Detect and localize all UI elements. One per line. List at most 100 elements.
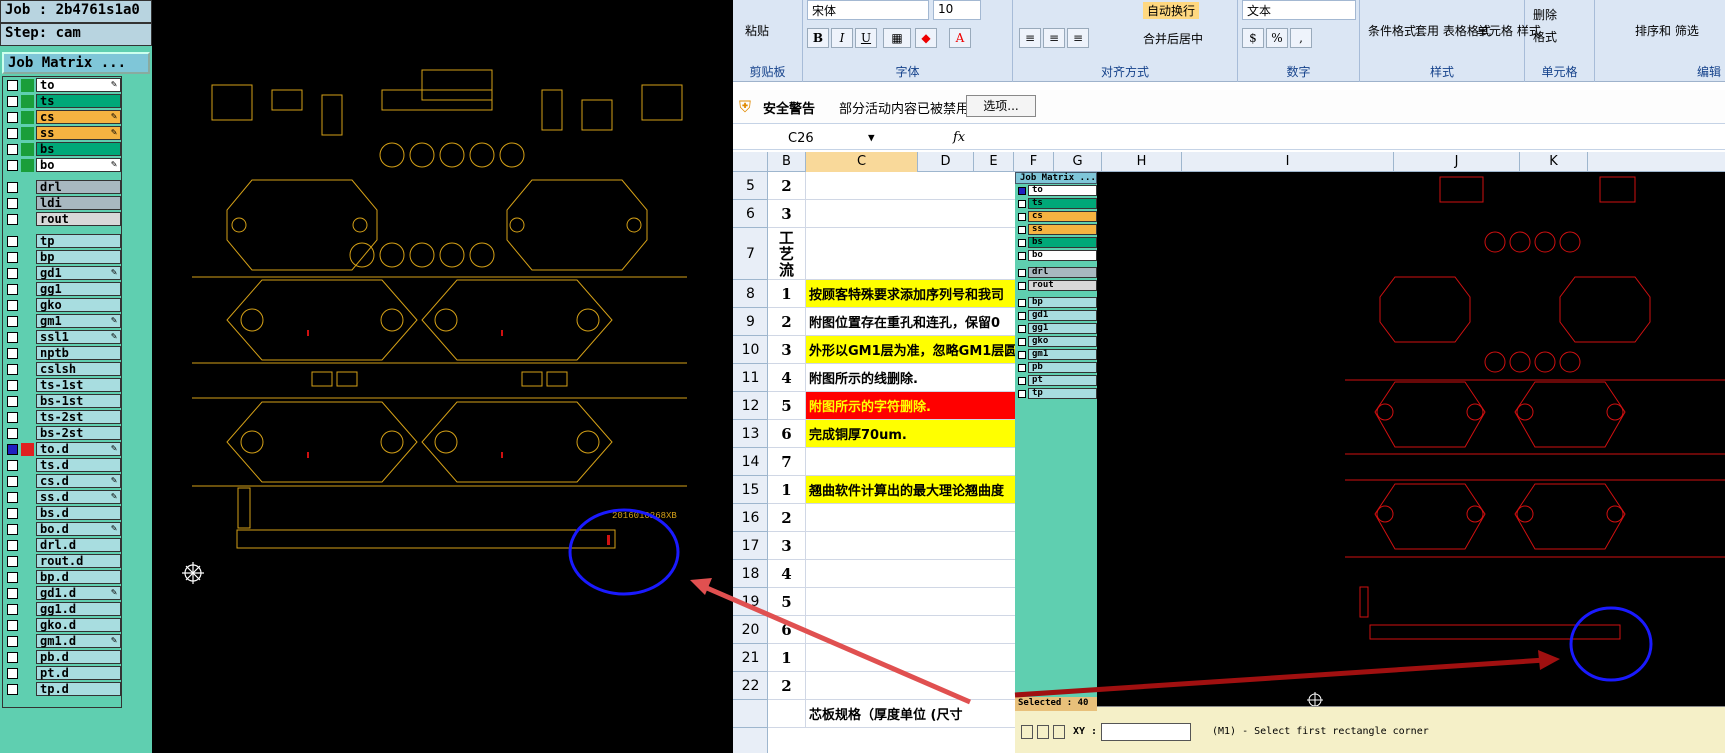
cell-b[interactable]: 1	[768, 280, 806, 307]
layer-row[interactable]: drl	[3, 179, 121, 195]
inner-layer-name[interactable]: gd1	[1028, 310, 1097, 321]
layer-row[interactable]: bo.d ✎	[3, 521, 121, 537]
inner-layer-name[interactable]: gm1	[1028, 349, 1097, 360]
column-header-e[interactable]: E	[974, 152, 1014, 172]
bold-button[interactable]: B	[807, 28, 829, 48]
inner-layer-checkbox[interactable]	[1018, 324, 1026, 333]
options-button[interactable]: 选项...	[966, 95, 1036, 117]
cell-c[interactable]: 芯板规格（厚度单位 (尺寸	[806, 700, 1048, 727]
layer-checkbox[interactable]	[7, 95, 18, 107]
row-number[interactable]: 5	[733, 172, 768, 200]
inner-layer-checkbox[interactable]	[1018, 251, 1026, 260]
layer-checkbox[interactable]	[7, 523, 18, 535]
layer-row[interactable]: bs-2st	[3, 425, 121, 441]
cell-b[interactable]: 2	[768, 504, 806, 531]
table-row[interactable]: 2 附图位置存在重孔和连孔，保留0	[768, 308, 1048, 336]
inner-layer-row[interactable]: pb	[1015, 361, 1097, 374]
number-format-box[interactable]: 文本	[1242, 0, 1356, 20]
inner-layer-checkbox[interactable]	[1018, 186, 1026, 195]
layer-row[interactable]: gm1.d ✎	[3, 633, 121, 649]
layer-row[interactable]: gm1 ✎	[3, 313, 121, 329]
cell-b[interactable]: 5	[768, 588, 806, 615]
layer-checkbox[interactable]	[7, 111, 18, 123]
layer-row[interactable]: bs.d	[3, 505, 121, 521]
inner-layer-row[interactable]: bp	[1015, 296, 1097, 309]
cell-b[interactable]: 3	[768, 532, 806, 559]
layer-row[interactable]: rout	[3, 211, 121, 227]
inner-layer-name[interactable]: ss	[1028, 224, 1097, 235]
layer-name[interactable]: cslsh	[36, 362, 121, 376]
inner-layer-checkbox[interactable]	[1018, 298, 1026, 307]
column-header-d[interactable]: D	[918, 152, 974, 172]
inner-layer-row[interactable]: ss	[1015, 223, 1097, 236]
table-row[interactable]: 5 附图所示的字符删除.	[768, 392, 1048, 420]
xy-input[interactable]	[1101, 723, 1191, 741]
layer-name[interactable]: rout.d	[36, 554, 121, 568]
inner-layer-checkbox[interactable]	[1018, 376, 1026, 385]
layer-name[interactable]: drl	[36, 180, 121, 194]
layer-checkbox[interactable]	[7, 443, 18, 455]
layer-name[interactable]: nptb	[36, 346, 121, 360]
layer-row[interactable]: ts	[3, 93, 121, 109]
layer-row[interactable]: gg1.d	[3, 601, 121, 617]
table-row[interactable]: 1 翘曲软件计算出的最大理论翘曲度	[768, 476, 1048, 504]
layer-row[interactable]: drl.d	[3, 537, 121, 553]
layer-name[interactable]: ts-2st	[36, 410, 121, 424]
inner-layer-name[interactable]: rout	[1028, 280, 1097, 291]
layer-checkbox[interactable]	[7, 683, 18, 695]
row-number[interactable]: 10	[733, 336, 768, 364]
inner-layer-row[interactable]: cs	[1015, 210, 1097, 223]
table-row[interactable]: 3	[768, 200, 1048, 228]
layer-row[interactable]: pt.d	[3, 665, 121, 681]
layer-name[interactable]: gg1.d	[36, 602, 121, 616]
inner-layer-row[interactable]: gko	[1015, 335, 1097, 348]
layer-checkbox[interactable]	[7, 539, 18, 551]
layer-name[interactable]: pb.d	[36, 650, 121, 664]
inner-layer-checkbox[interactable]	[1018, 363, 1026, 372]
inner-job-matrix-button[interactable]: Job Matrix ...	[1015, 172, 1097, 184]
chevron-down-icon[interactable]: ▼	[868, 131, 875, 144]
layer-row[interactable]: nptb	[3, 345, 121, 361]
layer-row[interactable]: cs.d ✎	[3, 473, 121, 489]
sheet-grid[interactable]: 23工 艺 流 1 按顾客特殊要求添加序列号和我司 2 附图位置存在重孔和连孔，保留0 3…	[768, 172, 1048, 753]
column-header-c[interactable]: C	[806, 152, 918, 172]
layer-row[interactable]: rout.d	[3, 553, 121, 569]
inner-layer-row[interactable]: gg1	[1015, 322, 1097, 335]
inner-layer-row[interactable]: drl	[1015, 266, 1097, 279]
currency-icon[interactable]: $	[1242, 28, 1264, 48]
align-left-icon[interactable]: ≡	[1019, 28, 1041, 48]
layer-checkbox[interactable]	[7, 315, 18, 327]
inner-layer-row[interactable]: ts	[1015, 197, 1097, 210]
paste-button[interactable]: 粘贴	[745, 22, 769, 39]
cell-b[interactable]: 3	[768, 336, 806, 363]
cell-c[interactable]	[806, 504, 1048, 531]
cell-c[interactable]: 附图所示的字符删除.	[806, 392, 1048, 419]
layer-row[interactable]: bs-1st	[3, 393, 121, 409]
column-header-k[interactable]: K	[1520, 152, 1588, 172]
inner-layer-name[interactable]: bp	[1028, 297, 1097, 308]
layer-name[interactable]: gd1 ✎	[36, 266, 121, 280]
table-row[interactable]: 7	[768, 448, 1048, 476]
layer-name[interactable]: gd1.d ✎	[36, 586, 121, 600]
cell-c[interactable]: 外形以GM1层为准，忽略GM1层圆	[806, 336, 1048, 363]
row-number[interactable]: 12	[733, 392, 768, 420]
cell-c[interactable]	[806, 672, 1048, 699]
layer-name[interactable]: rout	[36, 212, 121, 226]
grid-tool-icon[interactable]	[1053, 725, 1065, 739]
layer-name[interactable]: bs-1st	[36, 394, 121, 408]
inner-layer-name[interactable]: pt	[1028, 375, 1097, 386]
edit-tool-icon[interactable]	[1037, 725, 1049, 739]
layer-checkbox[interactable]	[7, 127, 18, 139]
border-icon[interactable]: ▦	[883, 28, 911, 48]
layer-row[interactable]: gko	[3, 297, 121, 313]
layer-name[interactable]: bs	[36, 142, 121, 156]
job-matrix-button[interactable]: Job Matrix ...	[2, 52, 150, 74]
column-header-f[interactable]: F	[1014, 152, 1054, 172]
table-row[interactable]: 5	[768, 588, 1048, 616]
layer-checkbox[interactable]	[7, 159, 18, 171]
inner-layer-checkbox[interactable]	[1018, 350, 1026, 359]
inner-layer-checkbox[interactable]	[1018, 225, 1026, 234]
row-number[interactable]: 7	[733, 228, 768, 280]
name-box[interactable]: C26	[788, 131, 814, 146]
layer-checkbox[interactable]	[7, 555, 18, 567]
